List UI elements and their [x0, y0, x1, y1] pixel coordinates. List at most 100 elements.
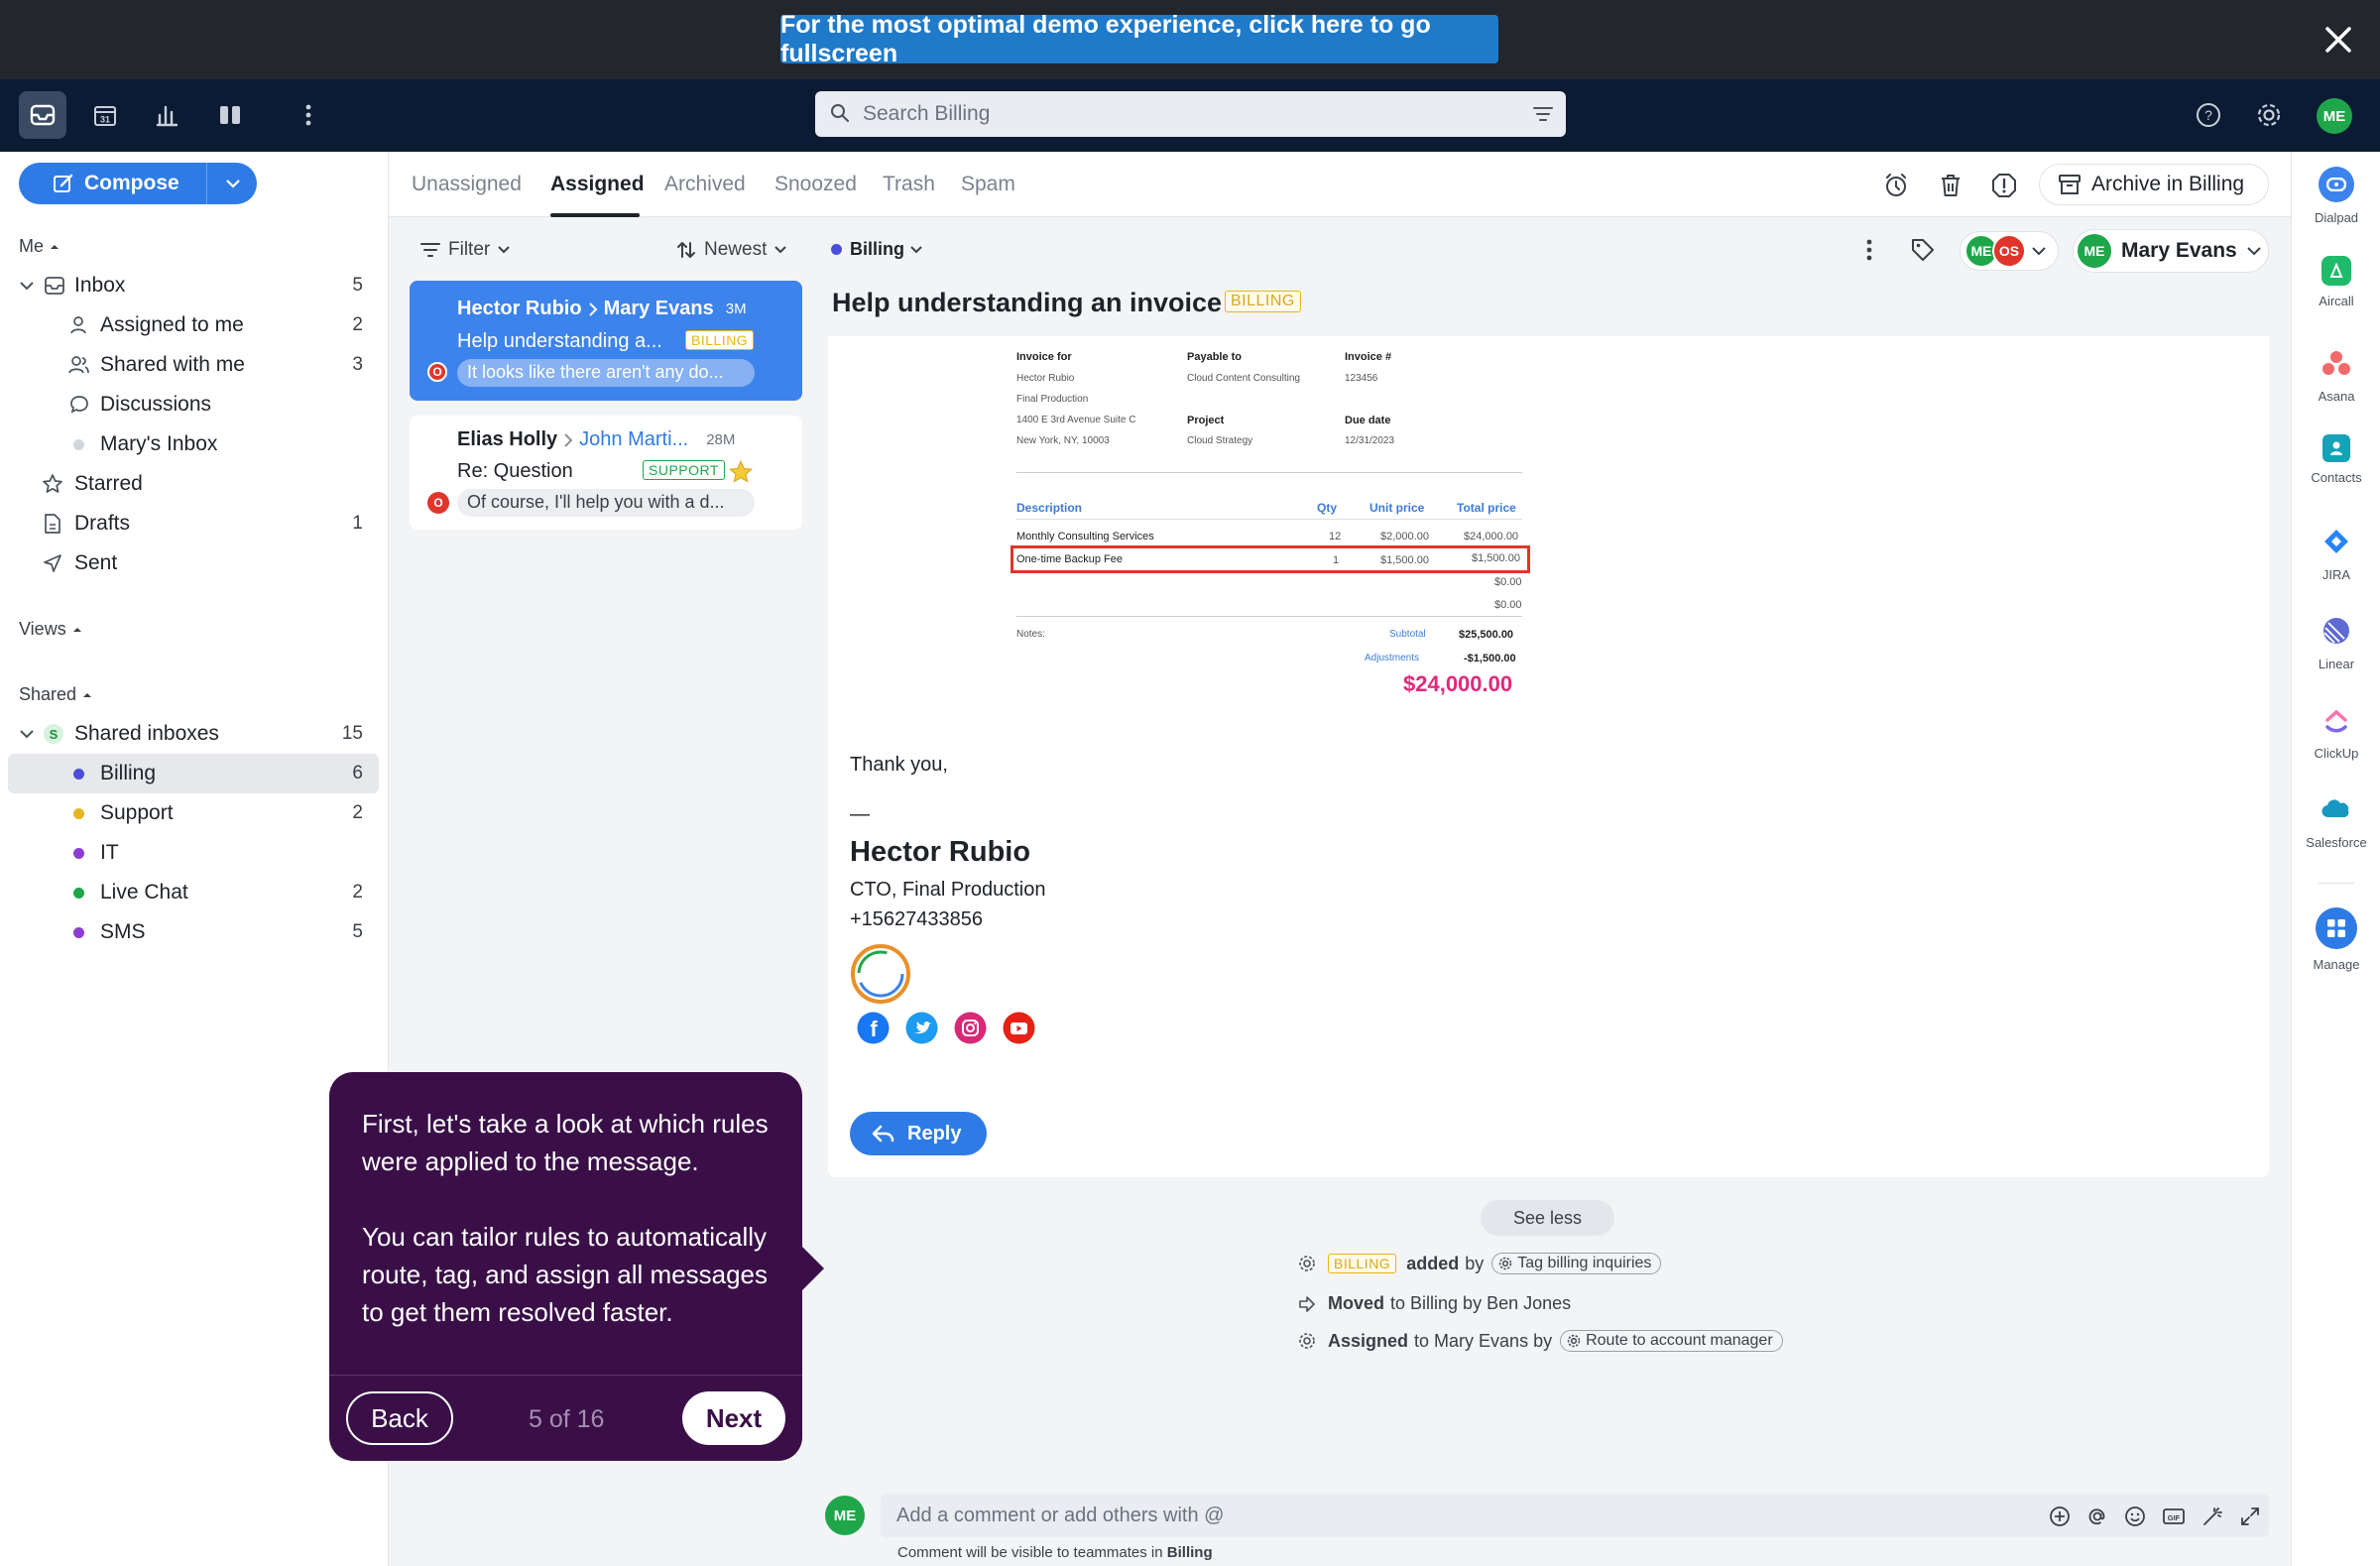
- sidebar-item-discussions[interactable]: Discussions: [0, 385, 379, 424]
- sidebar-item-starred[interactable]: Starred: [0, 464, 379, 504]
- invoice-total: $24,000.00: [1403, 671, 1513, 696]
- commenter-avatar: ME: [825, 1496, 865, 1535]
- invoice-label: Invoice #: [1345, 351, 1392, 363]
- search-input[interactable]: Search Billing: [815, 91, 1566, 137]
- archive-button[interactable]: Archive in Billing: [2039, 164, 2269, 205]
- support-tag: SUPPORT: [643, 460, 725, 480]
- tab-spam[interactable]: Spam: [961, 173, 1015, 196]
- sidebar-item-support[interactable]: Support 2: [0, 793, 379, 833]
- user-avatar[interactable]: ME: [2317, 98, 2352, 134]
- help-icon[interactable]: ?: [2185, 91, 2232, 139]
- invoice-label: Due date: [1345, 415, 1391, 426]
- shared-section-header[interactable]: Shared: [19, 684, 92, 705]
- magic-wand-icon[interactable]: [2202, 1506, 2223, 1527]
- trash-icon[interactable]: [1927, 162, 1974, 209]
- rule-chip-label: Tag billing inquiries: [1517, 1255, 1652, 1271]
- invoice-text: Cloud Strategy: [1187, 435, 1253, 446]
- tab-snoozed[interactable]: Snoozed: [774, 173, 857, 196]
- sort-dropdown[interactable]: Newest: [676, 239, 787, 261]
- invoice-cell: $24,000.00: [1464, 531, 1519, 542]
- chevron-down-icon: [774, 246, 787, 254]
- open-status-badge: O: [427, 492, 449, 514]
- fullscreen-banner-button[interactable]: For the most optimal demo experience, cl…: [780, 11, 1498, 67]
- see-less-button[interactable]: See less: [1481, 1200, 1614, 1236]
- filter-dropdown[interactable]: Filter: [420, 239, 510, 261]
- spam-alert-icon[interactable]: [1980, 162, 2028, 209]
- snooze-clock-icon[interactable]: [1872, 162, 1920, 209]
- inbox-selector[interactable]: Billing: [831, 239, 922, 260]
- rail-item-aircall[interactable]: Aircall: [2292, 256, 2380, 308]
- reply-button[interactable]: Reply: [850, 1112, 987, 1155]
- sidebar-item-shared-with-me[interactable]: Shared with me 3: [0, 345, 379, 385]
- me-section-header[interactable]: Me: [19, 236, 60, 257]
- conversation-subject: Re: Question: [457, 460, 573, 482]
- participants-dropdown[interactable]: ME OS: [1960, 231, 2059, 271]
- rail-label: Salesforce: [2306, 835, 2367, 850]
- layout-icon[interactable]: [206, 91, 254, 139]
- tab-unassigned[interactable]: Unassigned: [412, 173, 522, 196]
- sidebar-item-marys-inbox[interactable]: Mary's Inbox: [0, 424, 379, 464]
- mention-icon[interactable]: [2086, 1506, 2108, 1527]
- sidebar-item-billing[interactable]: Billing 6: [8, 754, 379, 793]
- sidebar-item-drafts[interactable]: Drafts 1: [0, 504, 379, 543]
- sidebar-item-count: 6: [352, 763, 363, 783]
- inbox-icon[interactable]: [19, 91, 66, 139]
- sidebar-item-inbox[interactable]: Inbox 5: [0, 266, 379, 305]
- gif-icon[interactable]: GIF: [2162, 1506, 2186, 1527]
- conversation-card[interactable]: Elias Holly John Marti... 28M Re: Questi…: [410, 416, 802, 530]
- caret-up-icon: [83, 693, 92, 697]
- chevron-down-icon: [225, 179, 240, 188]
- invoice-text: 12/31/2023: [1345, 435, 1395, 446]
- compose-dropdown[interactable]: [206, 163, 258, 204]
- rail-item-clickup[interactable]: ClickUp: [2292, 702, 2380, 761]
- invoice-label: Project: [1187, 415, 1225, 426]
- tag-icon[interactable]: [1899, 226, 1947, 274]
- rail-item-asana[interactable]: Asana: [2292, 345, 2380, 404]
- sidebar-item-label: Billing: [100, 762, 157, 784]
- conversation-card-selected[interactable]: Hector Rubio Mary Evans 3M Help understa…: [410, 281, 802, 401]
- more-vertical-icon[interactable]: [1845, 226, 1893, 274]
- calendar-icon[interactable]: 31: [81, 91, 129, 139]
- more-vertical-icon[interactable]: [285, 91, 332, 139]
- arrow-right-icon: [1299, 1295, 1315, 1312]
- rail-item-salesforce[interactable]: Salesforce: [2292, 791, 2380, 850]
- youtube-icon[interactable]: [1003, 1012, 1035, 1044]
- sidebar-item-it[interactable]: IT: [0, 833, 379, 873]
- billing-tag: BILLING: [1225, 291, 1301, 312]
- rule-chip-route[interactable]: Route to account manager: [1560, 1330, 1783, 1352]
- sidebar-item-sms[interactable]: SMS 5: [0, 912, 379, 952]
- facebook-icon[interactable]: f: [857, 1012, 890, 1044]
- twitter-icon[interactable]: [905, 1012, 938, 1044]
- analytics-icon[interactable]: [144, 91, 191, 139]
- instagram-icon[interactable]: [954, 1012, 987, 1044]
- sidebar-item-live-chat[interactable]: Live Chat 2: [0, 873, 379, 912]
- tour-text-1: First, let's take a look at which rules …: [362, 1109, 769, 1176]
- settings-icon[interactable]: [2245, 91, 2293, 139]
- expand-icon[interactable]: [2239, 1506, 2261, 1527]
- tour-next-button[interactable]: Next: [682, 1391, 785, 1445]
- sidebar-item-shared-inboxes[interactable]: S Shared inboxes 15: [0, 714, 379, 754]
- assignee-dropdown[interactable]: ME Mary Evans: [2073, 229, 2269, 273]
- close-icon[interactable]: [2319, 20, 2358, 60]
- views-section-header[interactable]: Views: [19, 619, 82, 640]
- tab-archived[interactable]: Archived: [664, 173, 746, 196]
- rule-chip-tag-billing[interactable]: Tag billing inquiries: [1491, 1253, 1662, 1274]
- rail-item-manage[interactable]: Manage: [2292, 907, 2380, 972]
- sidebar-item-assigned-to-me[interactable]: Assigned to me 2: [0, 305, 379, 345]
- inbox-dot: [73, 926, 84, 938]
- tour-back-button[interactable]: Back: [346, 1391, 453, 1445]
- rail-item-jira[interactable]: JIRA: [2292, 524, 2380, 582]
- sidebar-item-sent[interactable]: Sent: [0, 543, 379, 583]
- tab-active-indicator: [550, 213, 640, 217]
- add-circle-icon[interactable]: [2049, 1506, 2071, 1527]
- tab-assigned[interactable]: Assigned: [550, 173, 645, 196]
- tab-trash[interactable]: Trash: [883, 173, 935, 196]
- filter-icon[interactable]: [1532, 104, 1554, 124]
- rail-item-contacts[interactable]: Contacts: [2292, 434, 2380, 485]
- inbox-icon: [45, 277, 64, 295]
- rail-item-linear[interactable]: Linear: [2292, 613, 2380, 671]
- rail-label: Dialpad: [2314, 210, 2359, 225]
- rail-item-dialpad[interactable]: Dialpad: [2292, 167, 2380, 225]
- emoji-icon[interactable]: [2124, 1506, 2146, 1527]
- sidebar-item-count: 2: [352, 802, 363, 823]
